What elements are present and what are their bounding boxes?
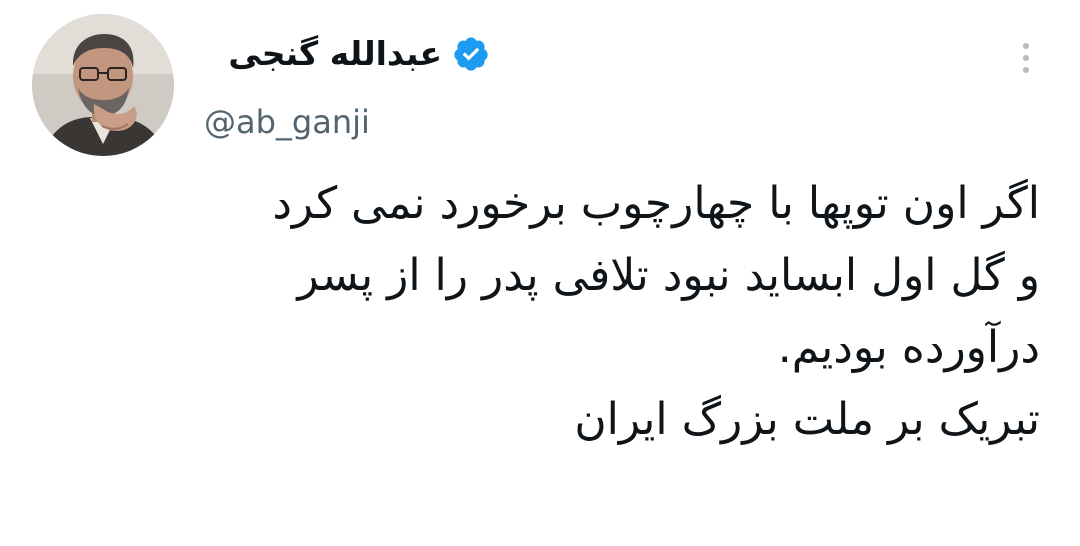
tweet-text-line: و گل اول ابساید نبود تلافی پدر را از پسر xyxy=(297,250,1040,301)
tweet-text: اگر اون توپها با چهارچوب برخورد نمی کرد … xyxy=(40,168,1040,456)
tweet-text-line: درآورده بودیم. xyxy=(777,322,1040,373)
verified-badge-icon xyxy=(454,37,488,71)
more-options-button[interactable] xyxy=(1006,34,1046,82)
tweet-text-line: تبریک بر ملت بزرگ ایران xyxy=(574,394,1040,445)
avatar-photo xyxy=(32,14,174,156)
avatar[interactable] xyxy=(32,14,174,156)
author-handle[interactable]: @ab_ganji xyxy=(204,100,370,144)
more-vertical-icon-dot-2 xyxy=(1023,55,1029,61)
author-display-name[interactable]: عبدالله گنجی xyxy=(228,30,442,78)
more-vertical-icon xyxy=(1023,43,1029,49)
author-name-row[interactable]: عبدالله گنجی xyxy=(228,30,490,78)
more-vertical-icon-dot-3 xyxy=(1023,67,1029,73)
tweet-card: عبدالله گنجی @ab_ganji اگر اون توپها با … xyxy=(0,0,1080,546)
tweet-text-line: اگر اون توپها با چهارچوب برخورد نمی کرد xyxy=(272,178,1040,229)
